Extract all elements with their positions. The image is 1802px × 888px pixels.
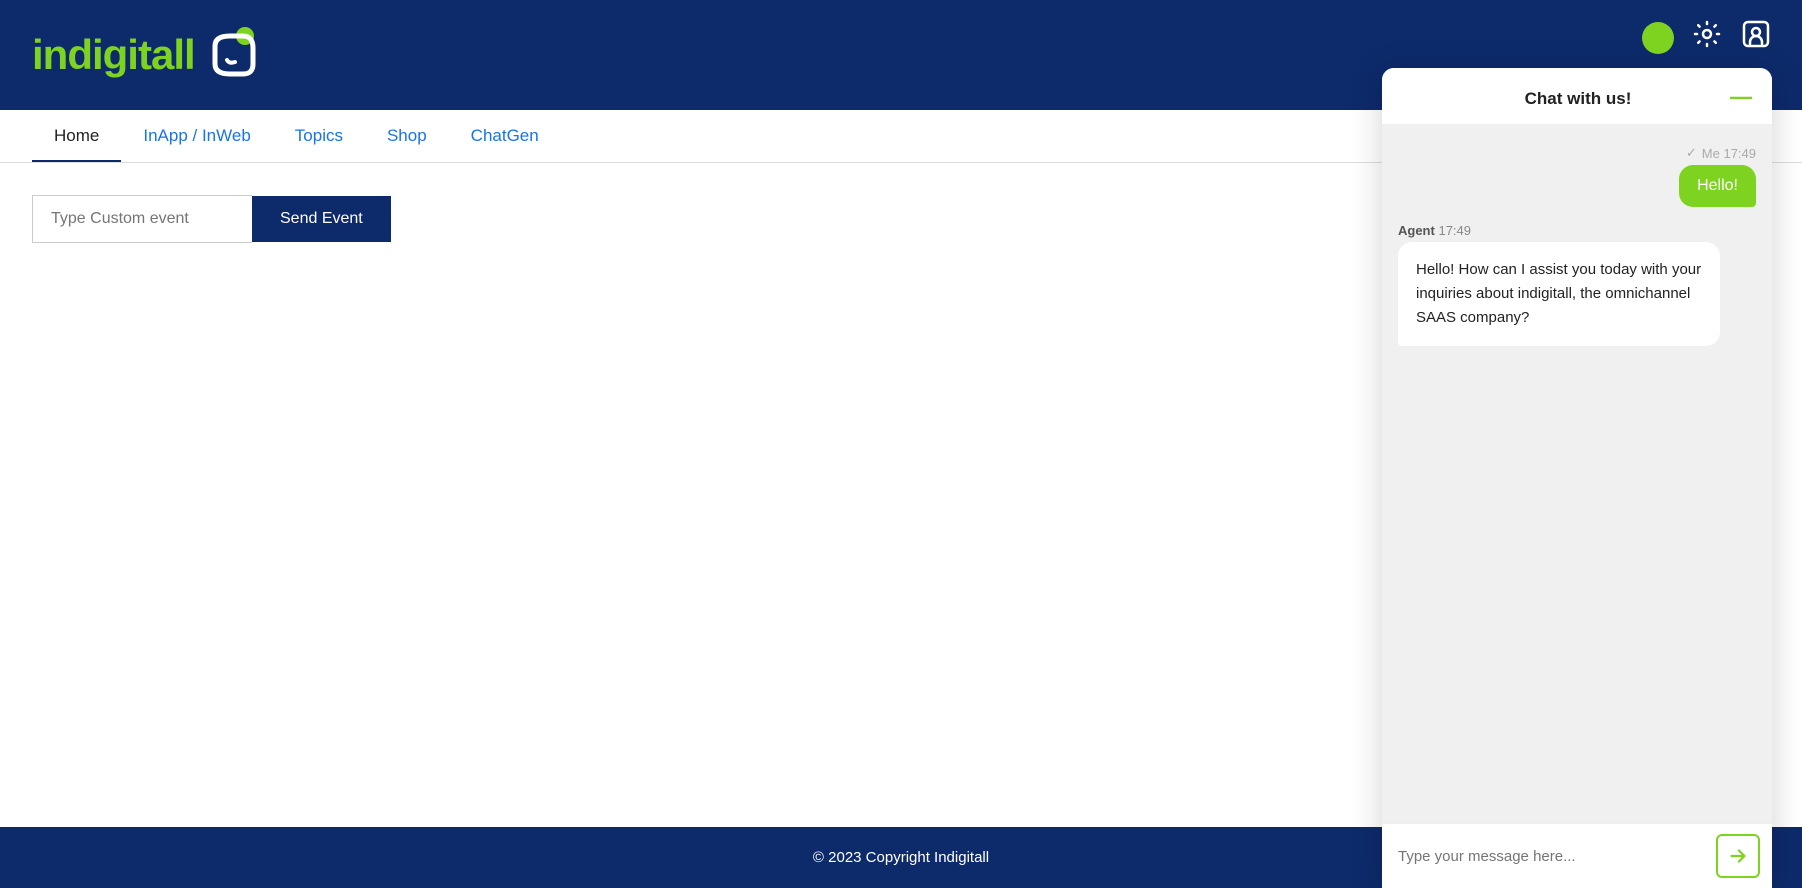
settings-icon[interactable]: [1692, 19, 1722, 56]
user-icon[interactable]: [1740, 18, 1772, 57]
chat-title: Chat with us!: [1426, 89, 1730, 109]
nav-item-shop[interactable]: Shop: [365, 110, 449, 162]
chat-minimize-button[interactable]: —: [1730, 86, 1752, 112]
agent-time: 17:49: [1438, 223, 1471, 238]
message-meta-me: ✓ Me 17:49: [1686, 145, 1756, 161]
logo-text: indigitall: [32, 31, 195, 79]
floating-icons: [1642, 18, 1772, 57]
nav-item-chatgen[interactable]: ChatGen: [449, 110, 561, 162]
send-event-button[interactable]: Send Event: [252, 196, 391, 242]
chat-input-area: [1382, 823, 1772, 888]
message-time-me: Me 17:49: [1702, 146, 1756, 161]
message-bubble-me: Hello!: [1679, 165, 1756, 207]
chat-messages: ✓ Me 17:49 Hello! Agent 17:49 Hello! How…: [1382, 125, 1772, 823]
nav-item-home[interactable]: Home: [32, 110, 121, 162]
message-sender-me: ✓: [1686, 145, 1697, 161]
message-meta-agent: Agent 17:49: [1398, 223, 1471, 238]
chat-header: Chat with us! —: [1382, 68, 1772, 125]
message-row-agent: Agent 17:49 Hello! How can I assist you …: [1398, 223, 1756, 346]
chat-widget: Chat with us! — ✓ Me 17:49 Hello! Agent …: [1382, 68, 1772, 888]
logo-area: indigitall: [32, 26, 263, 84]
nav-item-inapp[interactable]: InApp / InWeb: [121, 110, 272, 162]
logo-icon: [205, 26, 263, 84]
nav-item-topics[interactable]: Topics: [273, 110, 365, 162]
custom-event-input[interactable]: [32, 195, 252, 243]
user-status-dot: [1642, 22, 1674, 54]
send-icon: [1727, 845, 1749, 867]
chat-send-button[interactable]: [1716, 834, 1760, 878]
chat-message-input[interactable]: [1394, 840, 1708, 873]
footer-text: © 2023 Copyright Indigitall: [813, 849, 989, 866]
message-bubble-agent: Hello! How can I assist you today with y…: [1398, 242, 1720, 346]
message-row-me: ✓ Me 17:49 Hello!: [1398, 145, 1756, 207]
agent-name: Agent: [1398, 223, 1435, 238]
